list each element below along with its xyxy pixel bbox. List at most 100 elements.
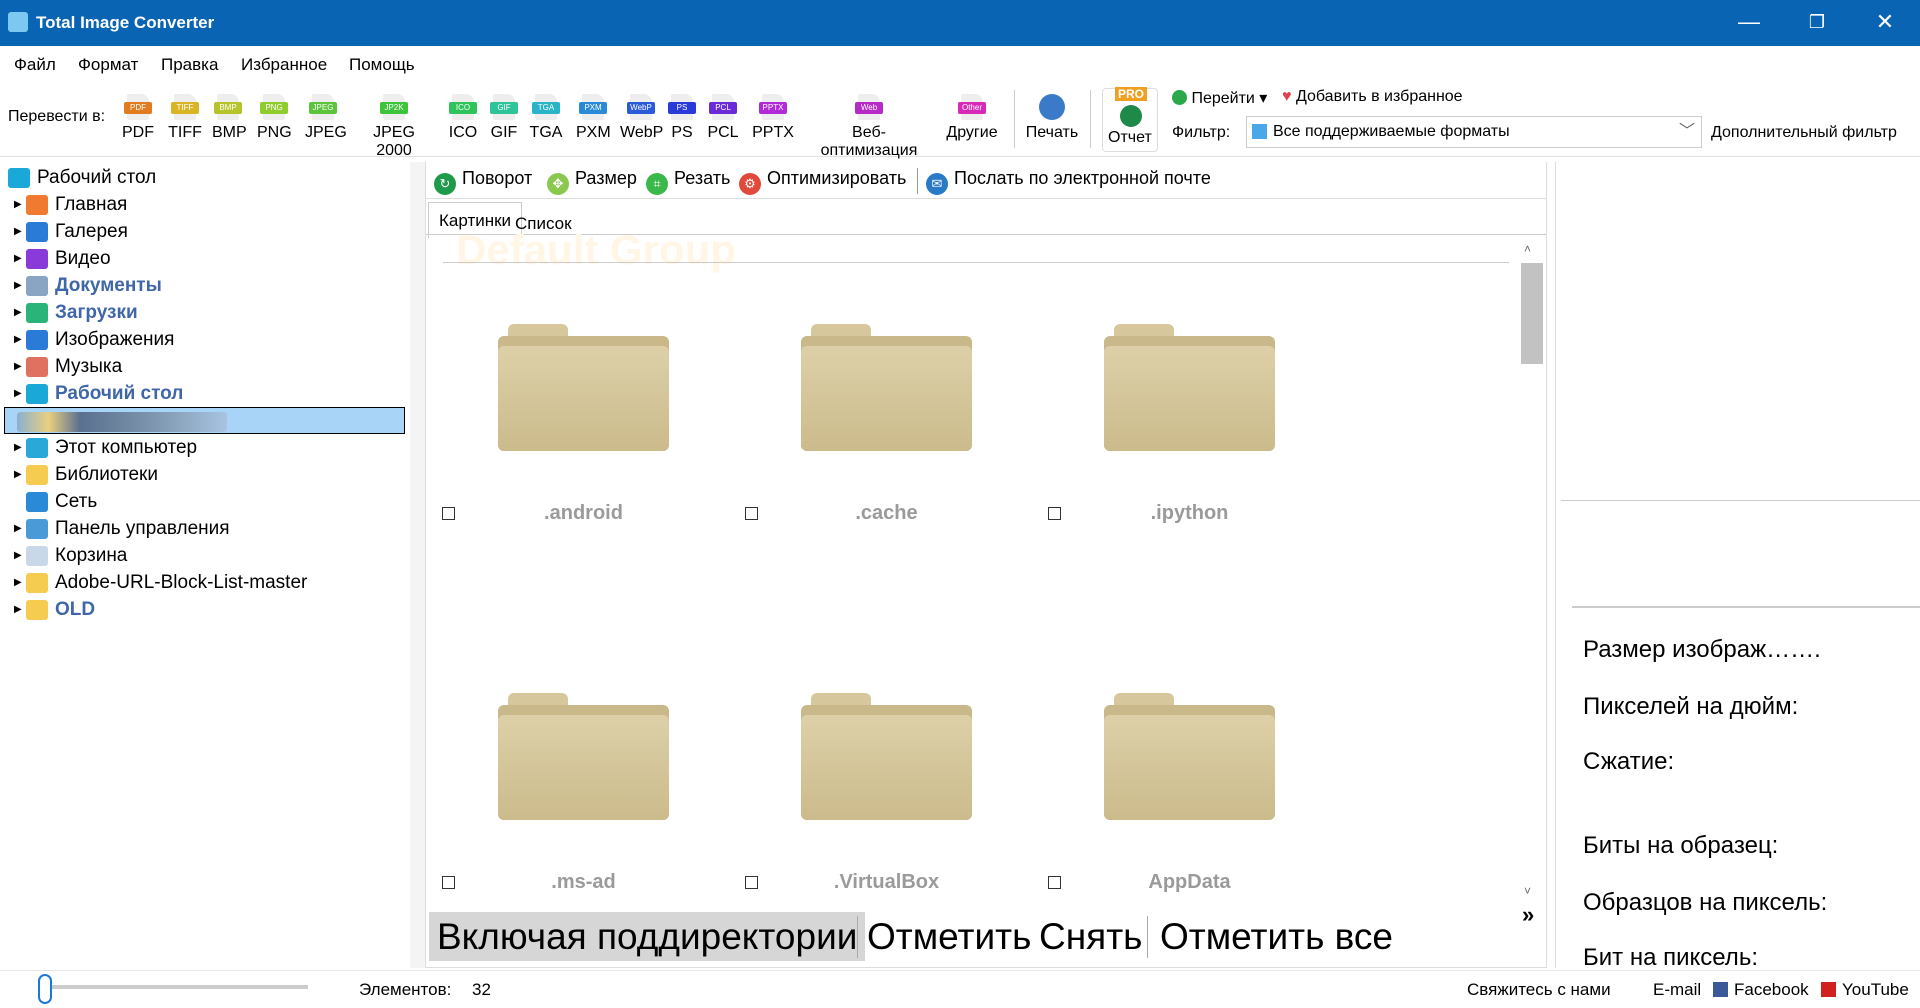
folder-checkbox[interactable]	[442, 507, 455, 520]
expand-arrow-icon[interactable]: ▶	[14, 569, 22, 596]
format-webp-button[interactable]: WebP WebP	[620, 94, 663, 142]
mark-button[interactable]: Отметить	[859, 912, 1039, 961]
zoom-slider-thumb[interactable]	[38, 974, 52, 1004]
format-pxm-button[interactable]: PXM PXM	[576, 94, 611, 142]
add-favorite-button[interactable]: ♥ Добавить в избранное	[1282, 88, 1463, 106]
format-ico-button[interactable]: ICO ICO	[447, 94, 479, 142]
tree-item[interactable]: ▶ Панель управления	[0, 515, 405, 542]
format-png-button[interactable]: PNG PNG	[257, 94, 292, 142]
contact-link[interactable]: Свяжитесь с нами	[1467, 980, 1611, 1000]
expand-arrow-icon[interactable]: ▶	[14, 245, 22, 272]
format-tag: PPTX	[759, 102, 787, 114]
folder-thumbnail[interactable]	[801, 324, 972, 451]
tree-item[interactable]: ▶ Изображения	[0, 326, 405, 353]
format-other-button[interactable]: Other Другие	[942, 94, 1002, 142]
format-jpeg-button[interactable]: JPEG JPEG	[305, 94, 347, 142]
menu-favorites[interactable]: Избранное	[241, 55, 327, 75]
add-favorite-label: Добавить в избранное	[1295, 88, 1463, 105]
tree-item[interactable]: ▶ OLD	[0, 596, 405, 623]
tree-item-selected[interactable]	[4, 407, 405, 434]
tree-item[interactable]: ▶ Загрузки	[0, 299, 405, 326]
tree-item[interactable]: ▶ Этот компьютер	[0, 434, 405, 461]
folder-checkbox[interactable]	[1048, 876, 1061, 889]
report-button[interactable]: PRO Отчет	[1102, 87, 1158, 152]
folder-checkbox[interactable]	[745, 876, 758, 889]
expand-arrow-icon[interactable]: ▶	[14, 515, 22, 542]
zoom-slider-track[interactable]	[48, 985, 308, 989]
expand-arrow-icon[interactable]: ▶	[14, 299, 22, 326]
bits-per-pixel-label: Бит на пиксель:	[1583, 944, 1758, 968]
folder-thumbnail[interactable]	[498, 693, 669, 820]
youtube-link[interactable]: YouTube	[1842, 980, 1909, 1000]
expand-arrow-icon[interactable]: ▶	[14, 218, 22, 245]
rotate-button[interactable]: ↻ Поворот	[434, 168, 532, 195]
folder-checkbox[interactable]	[442, 876, 455, 889]
tree-item[interactable]: ▶ Главная	[0, 191, 405, 218]
print-button[interactable]: Печать	[1020, 94, 1084, 142]
folder-thumbnail[interactable]	[1104, 324, 1275, 451]
format-gif-button[interactable]: GIF GIF	[489, 94, 519, 142]
format-jp2k-button[interactable]: JP2K JPEG 2000	[354, 94, 434, 160]
filter-select[interactable]: Все поддерживаемые форматы ﹀	[1246, 116, 1702, 148]
expand-arrow-icon[interactable]: ▶	[14, 353, 22, 380]
tree-item[interactable]: ▶ Библиотеки	[0, 461, 405, 488]
crop-button[interactable]: ⌗ Резать	[646, 168, 730, 195]
expand-arrow-icon[interactable]: ▶	[14, 380, 22, 407]
folder-checkbox[interactable]	[745, 507, 758, 520]
resize-button[interactable]: ✥ Размер	[547, 168, 637, 195]
expand-arrow-icon[interactable]: ▶	[14, 191, 22, 218]
scroll-up-icon[interactable]: ˄	[1524, 242, 1531, 256]
vertical-scrollbar[interactable]: ˄ ˅	[1519, 242, 1543, 902]
tree-item[interactable]: Сеть	[0, 488, 405, 515]
format-bmp-button[interactable]: BMP BMP	[212, 94, 247, 142]
format-pptx-button[interactable]: PPTX PPTX	[752, 94, 794, 142]
format-tag: Other	[958, 102, 986, 114]
folder-thumbnail[interactable]	[498, 324, 669, 451]
tree-item[interactable]: ▶ Корзина	[0, 542, 405, 569]
format-tag: PNG	[260, 102, 288, 114]
goto-button[interactable]: Перейти ▾	[1172, 88, 1267, 108]
menu-edit[interactable]: Правка	[161, 55, 218, 75]
more-button[interactable]: »	[1522, 902, 1534, 928]
optimize-button[interactable]: ⚙ Оптимизировать	[739, 168, 906, 195]
email-button[interactable]: ✉ Послать по электронной почте	[926, 168, 1211, 195]
menu-format[interactable]: Формат	[78, 55, 138, 75]
format-tag: PXM	[579, 102, 607, 114]
mark-all-button[interactable]: Отметить все	[1152, 912, 1401, 961]
scroll-down-icon[interactable]: ˅	[1524, 884, 1531, 898]
include-subdirs-button[interactable]: Включая поддиректории	[429, 912, 866, 961]
splitter[interactable]	[410, 162, 425, 968]
menu-file[interactable]: Файл	[14, 55, 56, 75]
tree-item[interactable]: ▶ Музыка	[0, 353, 405, 380]
expand-arrow-icon[interactable]: ▶	[14, 461, 22, 488]
format-pdf-button[interactable]: PDF PDF	[122, 94, 154, 142]
email-link[interactable]: E-mail	[1653, 980, 1701, 1000]
expand-arrow-icon[interactable]: ▶	[14, 272, 22, 299]
folder-checkbox[interactable]	[1048, 507, 1061, 520]
close-button[interactable]: ✕	[1852, 0, 1918, 46]
expand-arrow-icon[interactable]: ▶	[14, 542, 22, 569]
expand-arrow-icon[interactable]: ▶	[14, 434, 22, 461]
extra-filter-button[interactable]: Дополнительный фильтр	[1711, 124, 1897, 142]
format-pcl-button[interactable]: PCL PCL	[707, 94, 739, 142]
format-tiff-button[interactable]: TIFF TIFF	[167, 94, 203, 142]
tree-item[interactable]: ▶ Галерея	[0, 218, 405, 245]
tree-item[interactable]: ▶ Видео	[0, 245, 405, 272]
tree-item[interactable]: ▶ Рабочий стол	[0, 380, 405, 407]
menu-help[interactable]: Помощь	[349, 55, 415, 75]
unmark-button[interactable]: Снять	[1031, 912, 1150, 961]
expand-arrow-icon[interactable]: ▶	[14, 596, 22, 623]
facebook-link[interactable]: Facebook	[1734, 980, 1809, 1000]
format-web-button[interactable]: Web Веб-оптимизация	[805, 94, 933, 160]
format-ps-button[interactable]: PS PS	[668, 94, 696, 142]
tree-item[interactable]: ▶ Adobe-URL-Block-List-master	[0, 569, 405, 596]
restore-button[interactable]: ❐	[1784, 0, 1850, 46]
folder-thumbnail[interactable]	[1104, 693, 1275, 820]
format-tag: WebP	[627, 102, 655, 114]
minimize-button[interactable]: —	[1716, 0, 1782, 46]
expand-arrow-icon[interactable]: ▶	[14, 326, 22, 353]
tree-item[interactable]: ▶ Документы	[0, 272, 405, 299]
scrollbar-thumb[interactable]	[1521, 263, 1543, 364]
format-tga-button[interactable]: TGA TGA	[529, 94, 563, 142]
folder-thumbnail[interactable]	[801, 693, 972, 820]
